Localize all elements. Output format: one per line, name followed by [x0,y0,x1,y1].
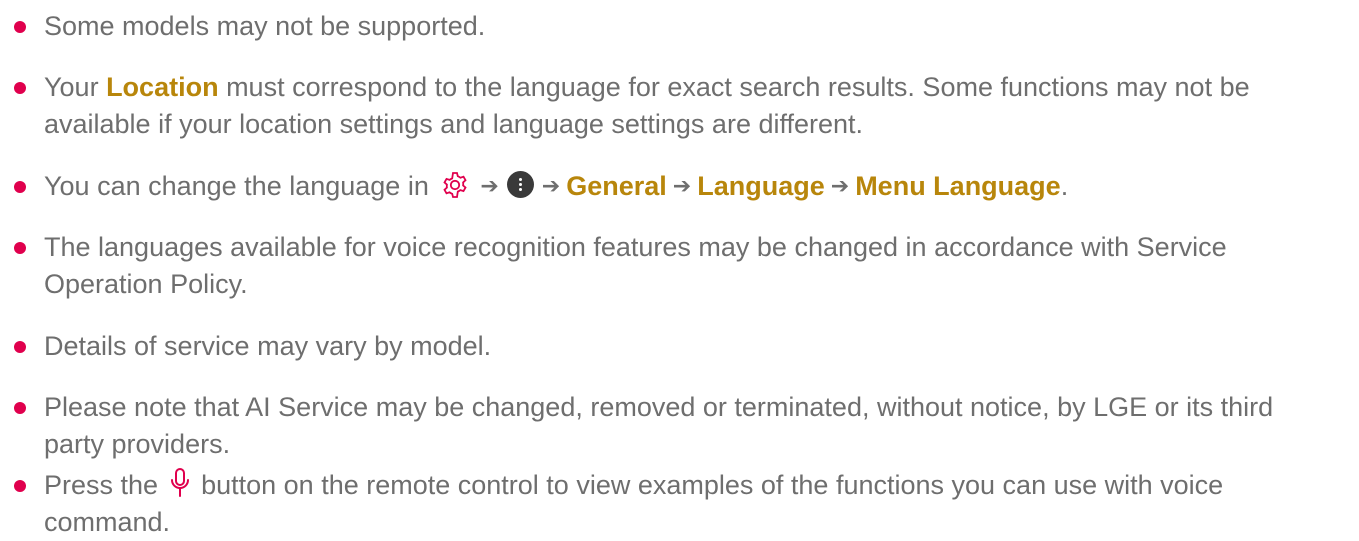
more-options-icon [506,171,534,199]
note-text: Please note that AI Service may be chang… [44,392,1274,459]
note-text-post: . [1060,171,1069,201]
note-text-pre: You can change the language in [44,171,429,201]
bullet-icon [14,242,26,254]
arrow-icon: ➔ [672,173,692,198]
settings-gear-icon [443,171,467,198]
microphone-icon [170,467,189,497]
bullet-icon [14,480,26,492]
location-keyword: Location [106,72,219,102]
note-text-post: must correspond to the language for exac… [44,72,1250,139]
note-text-pre: Press the [44,470,159,500]
general-keyword: General [566,171,667,201]
note-text: Some models may not be supported. [44,11,486,41]
note-text: Details of service may vary by model. [44,331,492,361]
arrow-icon: ➔ [480,173,499,198]
bullet-icon [14,82,26,94]
note-text-pre: Your [44,72,107,102]
note-text: You can change the language in ➔ ➔ General… [44,168,1334,206]
menu-language-keyword: Menu Language [855,171,1061,201]
arrow-icon: ➔ [541,173,561,198]
arrow-icon: ➔ [830,173,850,198]
language-keyword: Language [697,171,825,201]
note-text: Press the button on the remote control t… [44,467,1334,541]
note-text-post: button on the remote control to view exa… [44,470,1224,537]
bullet-icon [14,402,26,414]
bullet-icon [14,181,26,193]
note-text: Your Location must correspond to the lan… [44,69,1334,143]
bullet-icon [14,341,26,353]
note-text: The languages available for voice recogn… [44,232,1227,299]
bullet-icon [14,21,26,33]
